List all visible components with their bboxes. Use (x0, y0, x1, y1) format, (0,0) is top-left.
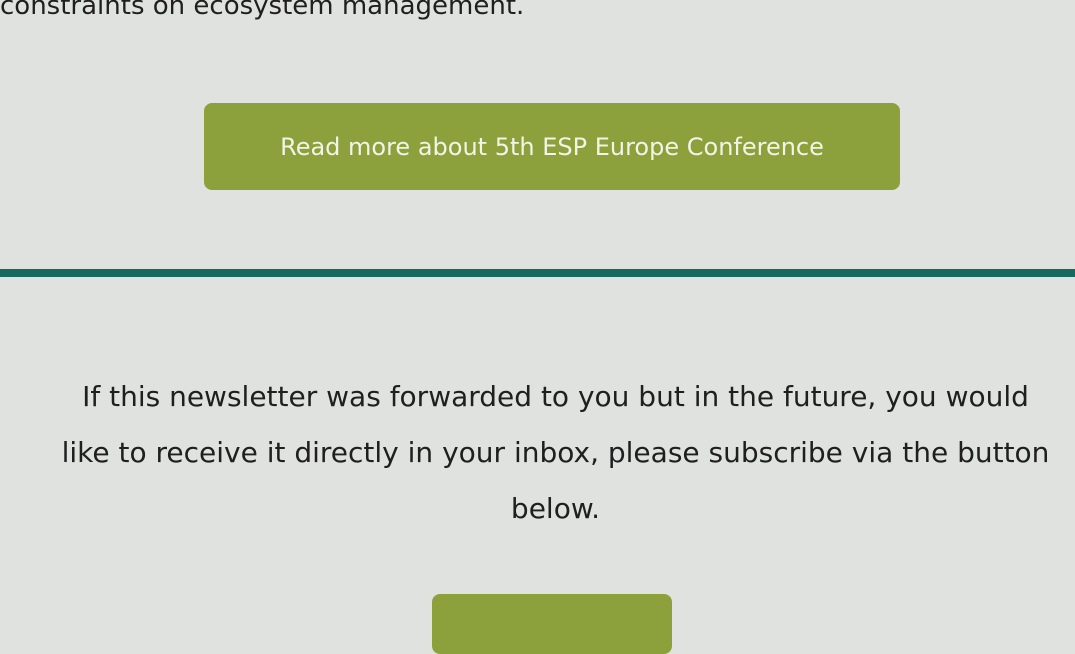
subscribe-message-line-2: like to receive it directly in your inbo… (61, 436, 1050, 469)
article-text: constraints on ecosystem management. (0, 0, 525, 21)
subscribe-message: If this newsletter was forwarded to you … (18, 369, 1075, 537)
subscribe-message-line-3: below. (510, 492, 601, 525)
subscribe-button[interactable] (432, 594, 672, 654)
subscribe-message-line-1: If this newsletter was forwarded to you … (82, 380, 1029, 413)
read-more-conference-button[interactable]: Read more about 5th ESP Europe Conferenc… (204, 103, 900, 190)
section-divider (0, 269, 1075, 277)
